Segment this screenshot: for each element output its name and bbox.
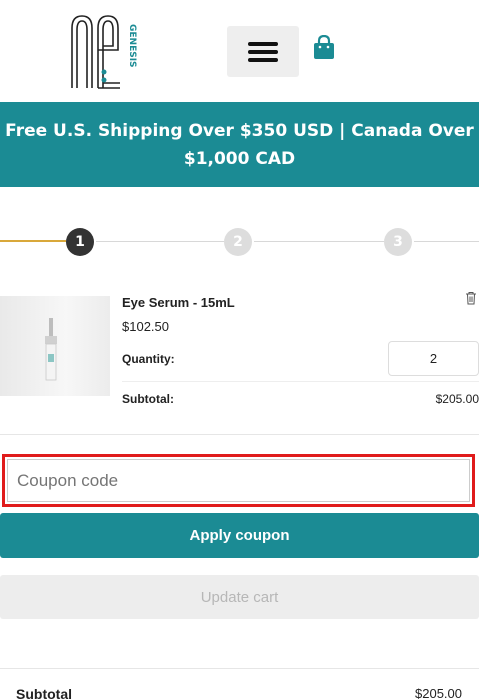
divider [122, 381, 479, 382]
item-subtotal-value: $205.00 [435, 392, 479, 406]
update-cart-button[interactable]: Update cart [0, 575, 479, 619]
site-header: GENESIS [0, 0, 479, 102]
shopping-bag-icon[interactable] [313, 35, 335, 60]
product-price: $102.50 [122, 319, 169, 334]
coupon-field-highlight [2, 454, 475, 507]
cart-totals-subtotal-value: $205.00 [415, 686, 462, 700]
shipping-banner-text: Free U.S. Shipping Over $350 USD | Canad… [5, 121, 474, 169]
progress-line [254, 241, 384, 242]
divider [0, 668, 479, 669]
trash-icon[interactable] [465, 291, 477, 305]
step-1: 1 [66, 228, 94, 256]
divider [0, 434, 479, 435]
coupon-code-input[interactable] [7, 459, 470, 502]
hamburger-menu-icon [248, 38, 278, 66]
quantity-label: Quantity: [122, 352, 175, 366]
item-subtotal-label: Subtotal: [122, 392, 174, 406]
shipping-banner: Free U.S. Shipping Over $350 USD | Canad… [0, 102, 479, 187]
progress-line [96, 241, 224, 242]
step-2: 2 [224, 228, 252, 256]
cart-totals-subtotal-label: Subtotal [16, 686, 72, 700]
logo-genesis-text: GENESIS [127, 24, 137, 68]
menu-button[interactable] [227, 26, 299, 77]
progress-line [414, 241, 479, 242]
product-image[interactable] [0, 296, 110, 396]
quantity-input[interactable]: 2 [388, 341, 479, 376]
cart-item: Eye Serum - 15mL $102.50 Quantity: 2 Sub… [0, 288, 479, 412]
progress-line-complete [0, 240, 66, 242]
step-3: 3 [384, 228, 412, 256]
checkout-progress: 1 2 3 [0, 226, 479, 258]
apply-coupon-button[interactable]: Apply coupon [0, 513, 479, 558]
neo-genesis-logo[interactable]: GENESIS [68, 10, 148, 92]
product-name[interactable]: Eye Serum - 15mL [122, 295, 235, 310]
